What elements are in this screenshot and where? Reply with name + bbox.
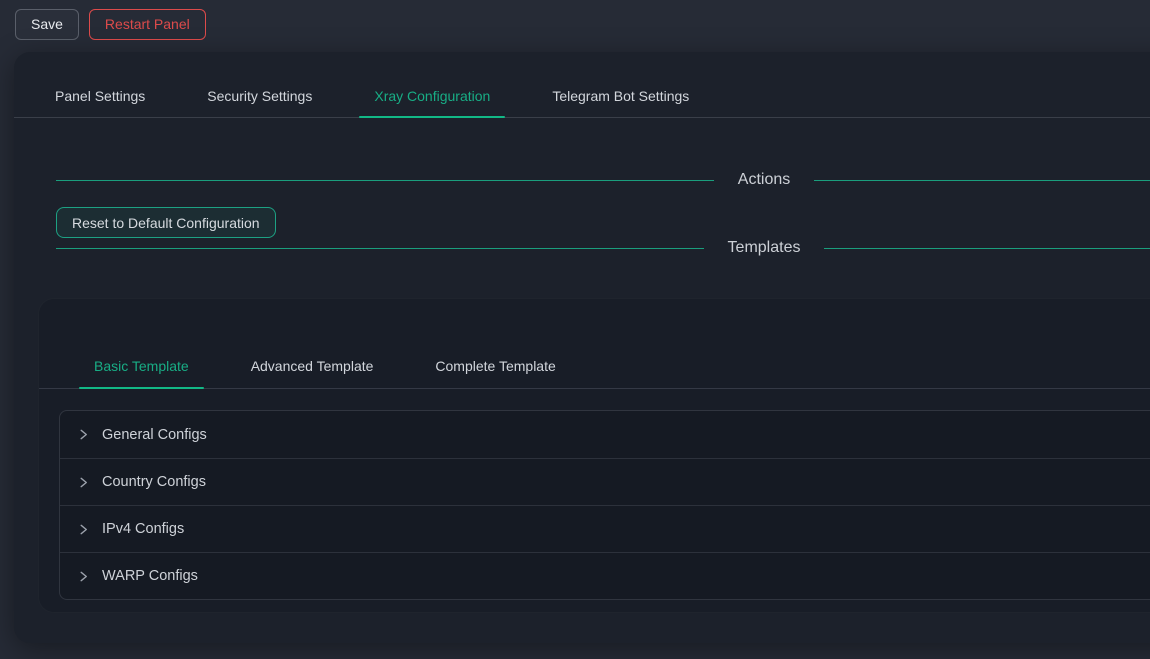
collapse-item-label: IPv4 Configs [102, 521, 184, 537]
collapse-item-ipv4-configs[interactable]: IPv4 Configs [60, 505, 1150, 552]
collapse-item-label: Country Configs [102, 474, 206, 490]
settings-tabbar: Panel Settings Security Settings Xray Co… [14, 52, 1150, 118]
tab-xray-configuration[interactable]: Xray Configuration [359, 75, 505, 117]
templates-tabbar: Basic Template Advanced Template Complet… [39, 299, 1150, 389]
settings-card: Panel Settings Security Settings Xray Co… [14, 52, 1150, 643]
templates-divider-label: Templates [728, 239, 801, 257]
tab-security-settings[interactable]: Security Settings [192, 75, 327, 117]
restart-panel-button[interactable]: Restart Panel [89, 9, 206, 40]
chevron-right-icon [77, 523, 90, 536]
chevron-right-icon [77, 570, 90, 583]
chevron-right-icon [77, 428, 90, 441]
tab-complete-template[interactable]: Complete Template [420, 344, 570, 388]
tab-basic-template[interactable]: Basic Template [79, 344, 204, 388]
tab-advanced-template[interactable]: Advanced Template [236, 344, 389, 388]
template-configs-collapse: General Configs Country Configs IPv4 Con… [59, 410, 1150, 600]
top-toolbar: Save Restart Panel [0, 0, 1150, 48]
save-button[interactable]: Save [15, 9, 79, 40]
templates-divider: Templates [56, 239, 1150, 257]
chevron-right-icon [77, 476, 90, 489]
actions-divider-label: Actions [738, 171, 790, 189]
templates-card: Basic Template Advanced Template Complet… [38, 298, 1150, 613]
collapse-item-warp-configs[interactable]: WARP Configs [60, 552, 1150, 599]
tab-panel-settings[interactable]: Panel Settings [40, 75, 160, 117]
collapse-item-label: WARP Configs [102, 568, 198, 584]
tab-telegram-bot-settings[interactable]: Telegram Bot Settings [537, 75, 704, 117]
actions-divider: Actions [56, 171, 1150, 189]
collapse-item-country-configs[interactable]: Country Configs [60, 458, 1150, 505]
collapse-item-general-configs[interactable]: General Configs [60, 411, 1150, 458]
reset-default-configuration-button[interactable]: Reset to Default Configuration [56, 207, 276, 238]
collapse-item-label: General Configs [102, 427, 207, 443]
